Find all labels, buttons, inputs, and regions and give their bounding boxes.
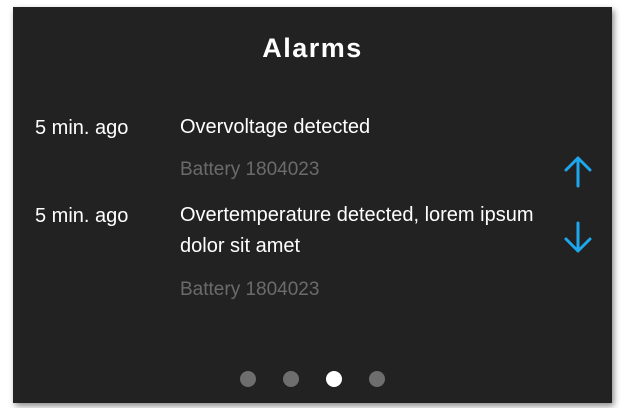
alarm-source: Battery 1804023 — [180, 159, 320, 180]
alarm-time: 5 min. ago — [35, 205, 129, 227]
alarm-time: 5 min. ago — [35, 117, 129, 139]
alarm-message: Overtemperature detected, lorem ipsum do… — [180, 204, 534, 257]
page-dot-4[interactable] — [369, 371, 385, 387]
page-dot-3[interactable] — [326, 371, 342, 387]
arrow-up-icon — [564, 156, 592, 188]
page-dot-2[interactable] — [283, 371, 299, 387]
pagination-dots — [13, 371, 612, 387]
arrow-down-icon — [564, 221, 592, 253]
page-dot-1[interactable] — [240, 371, 256, 387]
scroll-down-button[interactable] — [563, 221, 593, 255]
page-title: Alarms — [262, 33, 363, 63]
alarm-source: Battery 1804023 — [180, 279, 320, 300]
alarm-message: Overvoltage detected — [180, 116, 371, 138]
alarms-panel: Alarms 5 min. ago Overvoltage detected B… — [13, 7, 612, 403]
scroll-up-button[interactable] — [563, 154, 593, 188]
